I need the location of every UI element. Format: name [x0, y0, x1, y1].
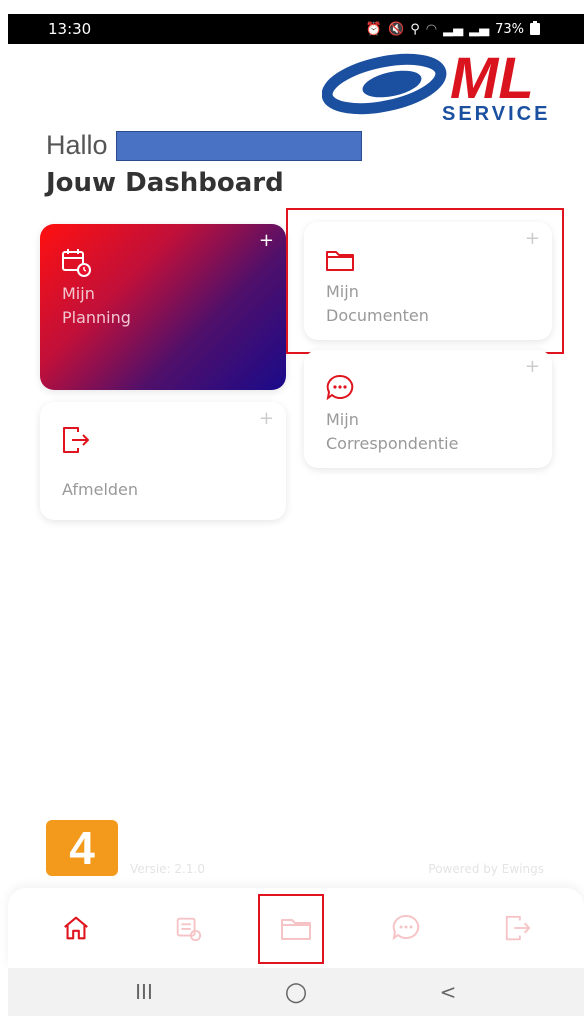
- nav-home[interactable]: [56, 908, 96, 948]
- recents-button[interactable]: III: [124, 972, 164, 1012]
- ml-service-logo: ML SERVICE: [322, 48, 550, 125]
- location-icon: ⚲: [410, 21, 420, 37]
- status-time: 13:30: [48, 20, 92, 38]
- tile-mijn-planning[interactable]: + Mijn Planning: [40, 224, 286, 390]
- chat-icon: [392, 914, 420, 941]
- chat-icon: [326, 374, 354, 401]
- planning-icon: [176, 917, 202, 942]
- logo-sub: SERVICE: [442, 103, 550, 125]
- battery-level: 73%: [495, 21, 524, 37]
- tile-afmelden[interactable]: + Afmelden: [40, 402, 286, 520]
- plus-icon[interactable]: +: [259, 408, 274, 429]
- plus-icon[interactable]: +: [525, 228, 540, 249]
- app-badge: 4: [46, 820, 118, 876]
- tile-mijn-documenten[interactable]: + Mijn Documenten: [304, 222, 552, 340]
- logo-brand: ML: [450, 48, 534, 111]
- nav-afmelden[interactable]: [498, 908, 538, 948]
- status-bar: 13:30 ⏰ 🔇 ⚲ ◠ ▂▄ ▂▄ 73%: [8, 14, 584, 44]
- calendar-icon: [62, 249, 91, 277]
- alarm-icon: ⏰: [365, 21, 383, 37]
- nav-correspondentie[interactable]: [386, 908, 426, 948]
- page-title: Jouw Dashboard: [46, 168, 284, 198]
- plus-icon[interactable]: +: [259, 230, 274, 251]
- tile-label: Mijn Correspondentie: [326, 410, 459, 453]
- greeting: Hallo: [46, 130, 362, 161]
- tile-label: Afmelden: [62, 480, 139, 499]
- back-button[interactable]: <: [428, 972, 468, 1012]
- signal-icon: ▂▄: [469, 21, 490, 37]
- greeting-hello: Hallo: [46, 130, 108, 160]
- bottom-nav: [8, 888, 584, 968]
- tile-label: Mijn Documenten: [326, 282, 429, 325]
- nav-planning[interactable]: [168, 908, 208, 948]
- home-icon: [64, 916, 88, 940]
- mute-icon: 🔇: [388, 21, 405, 37]
- status-icons: ⏰ 🔇 ⚲ ◠ ▂▄ ▂▄ 73%: [365, 21, 540, 37]
- tile-label: Mijn Planning: [62, 284, 131, 327]
- logout-icon: [505, 915, 531, 941]
- wifi-icon: ◠: [425, 21, 438, 37]
- android-nav-bar: III ○ <: [8, 968, 584, 1016]
- redacted-username: [115, 130, 362, 161]
- folder-icon: [326, 251, 354, 271]
- tile-mijn-correspondentie[interactable]: + Mijn Correspondentie: [304, 350, 552, 468]
- folder-icon: [281, 919, 311, 940]
- powered-by-text: Powered by Ewings: [428, 862, 544, 876]
- home-button[interactable]: ○: [276, 972, 316, 1012]
- logout-icon: [63, 427, 89, 453]
- version-text: Versie: 2.1.0: [130, 862, 205, 876]
- nav-documenten[interactable]: [276, 908, 316, 948]
- signal-icon: ▂▄: [443, 21, 464, 37]
- plus-icon[interactable]: +: [525, 356, 540, 377]
- battery-icon: [530, 21, 540, 35]
